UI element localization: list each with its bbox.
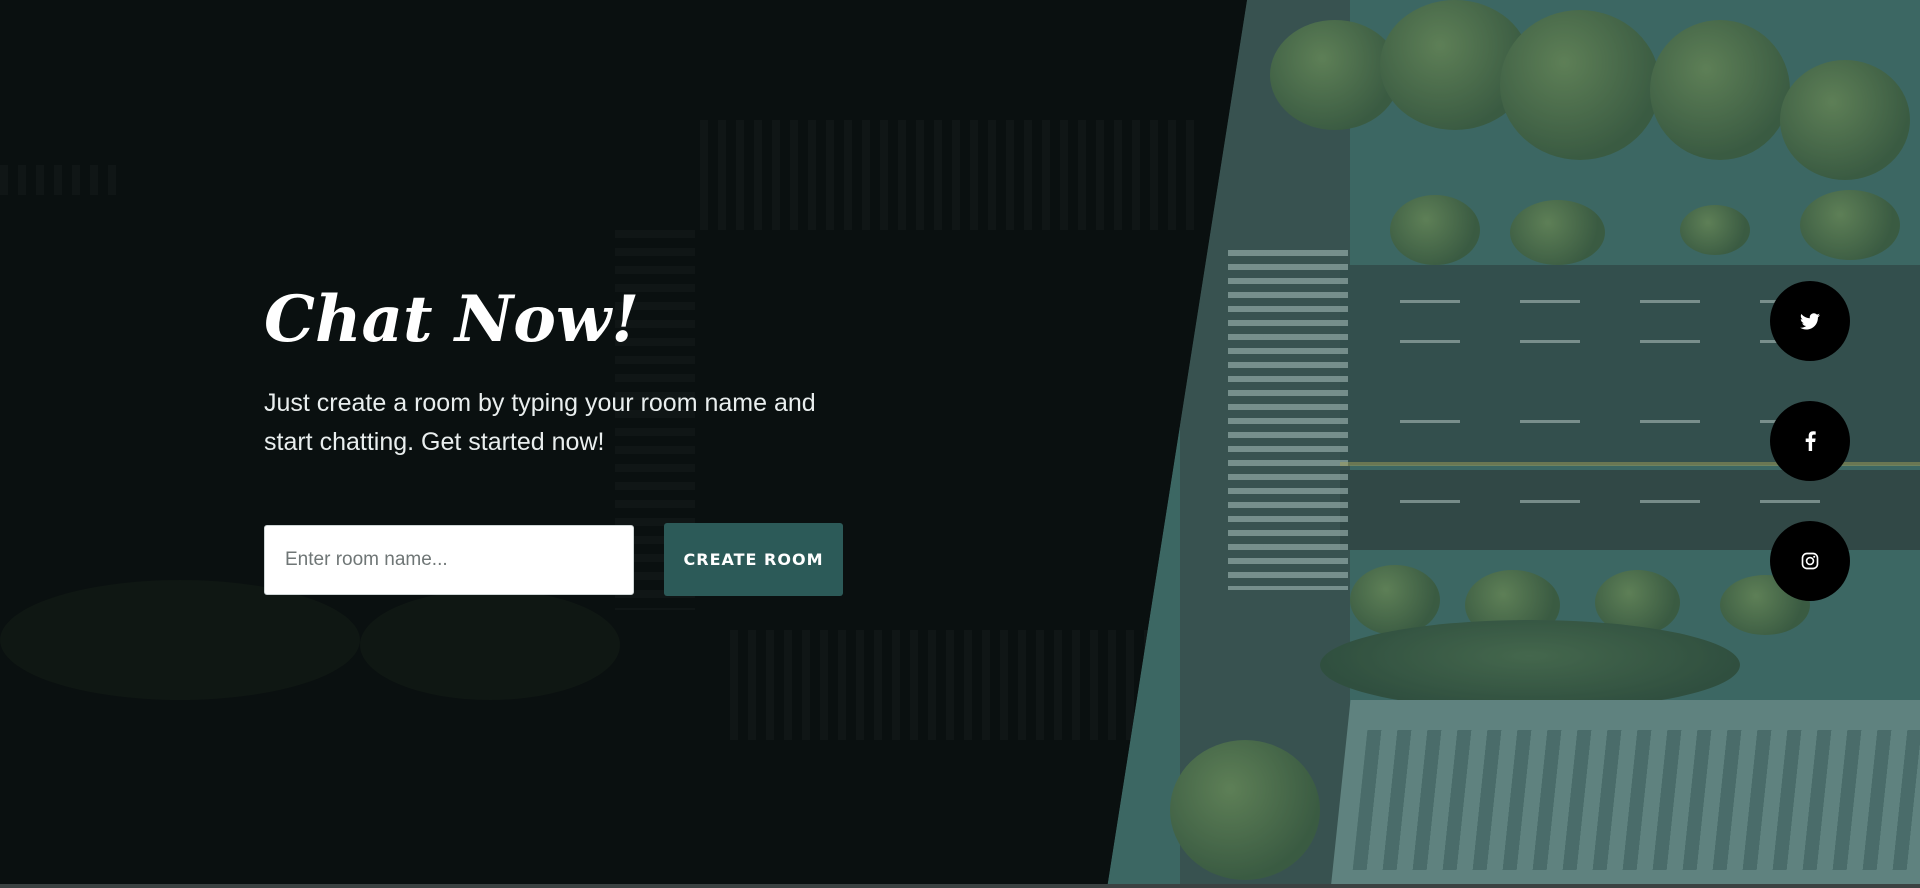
hero-title: Chat Now! [264, 282, 640, 357]
hero-content: Chat Now! Just create a room by typing y… [264, 282, 884, 462]
social-links [1770, 281, 1850, 601]
facebook-button[interactable] [1770, 401, 1850, 481]
bottom-divider [0, 884, 1920, 888]
hero-description: Just create a room by typing your room n… [264, 389, 816, 456]
twitter-button[interactable] [1770, 281, 1850, 361]
room-name-input[interactable] [264, 524, 634, 595]
landing-page: Chat Now! Just create a room by typing y… [0, 0, 1920, 888]
twitter-icon [1800, 312, 1820, 329]
instagram-icon [1801, 552, 1819, 570]
instagram-button[interactable] [1770, 521, 1850, 601]
facebook-icon [1805, 431, 1816, 451]
create-room-button[interactable]: CREATE ROOM [664, 523, 843, 596]
create-room-form: CREATE ROOM [264, 523, 843, 596]
